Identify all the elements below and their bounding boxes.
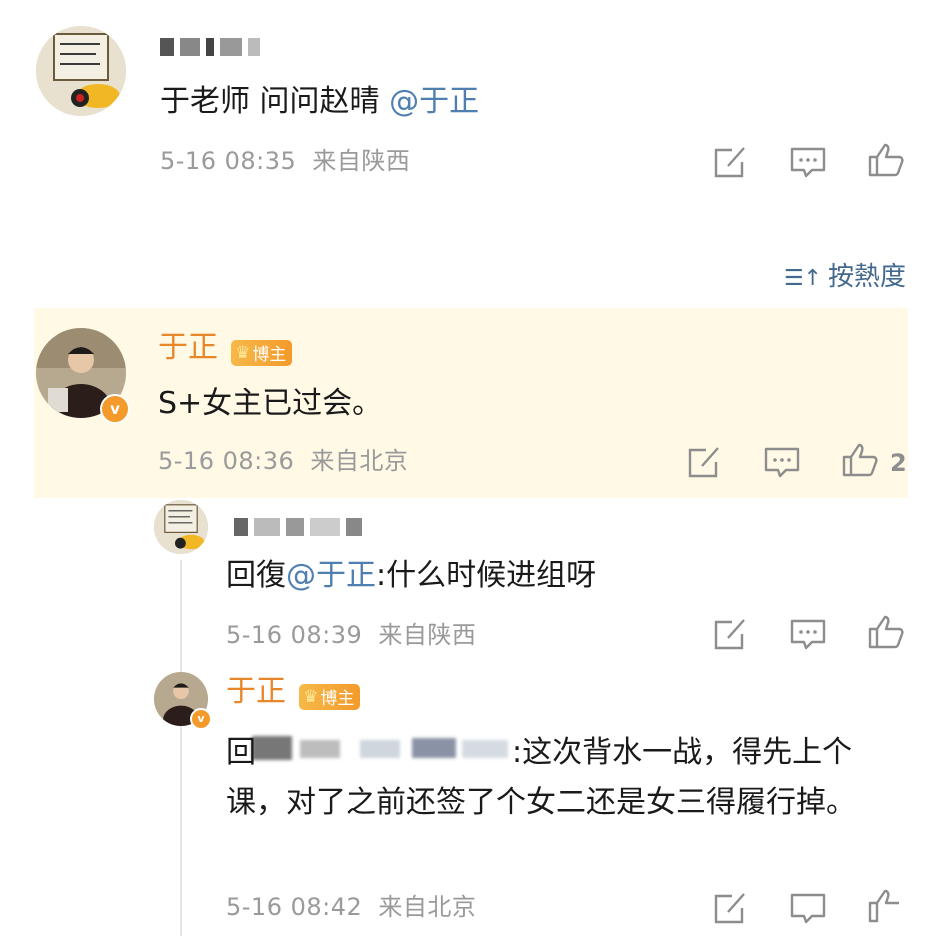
- avatar-replier[interactable]: [154, 500, 208, 554]
- mention-link[interactable]: @于正: [389, 84, 479, 119]
- comment-icon[interactable]: [788, 890, 828, 926]
- replier-name-redacted: [234, 516, 368, 538]
- share-icon[interactable]: [710, 144, 750, 180]
- sort-by-hot-button[interactable]: ☰↑ 按熱度: [784, 256, 906, 293]
- comment-icon[interactable]: [788, 144, 828, 180]
- share-icon[interactable]: [710, 616, 750, 652]
- like-icon[interactable]: [840, 442, 880, 478]
- crown-icon: ♛: [235, 342, 251, 363]
- reply-2-author-row: 于正 ♛ 博主: [226, 674, 361, 710]
- comment-icon[interactable]: [762, 444, 802, 480]
- comment-1-meta: 5-16 08:35 来自陕西: [160, 146, 410, 176]
- like-count: 2: [890, 449, 908, 477]
- reply-2-text: 回:这次背水一战，得先上个课，对了之前还签了个女二还是女三得履行掉。: [226, 728, 906, 828]
- comment-2-location: 来自北京: [310, 447, 409, 475]
- like-icon[interactable]: [866, 142, 906, 178]
- comment-2-text: S+女主已过会。: [158, 386, 383, 421]
- reply-1-body: :什么时候进组呀: [376, 558, 597, 593]
- comment-1-time: 5-16 08:35: [160, 147, 297, 175]
- blogger-author-row: 于正 ♛ 博主: [158, 330, 293, 366]
- reply-1-meta: 5-16 08:39 来自陕西: [226, 620, 476, 650]
- sort-label: 按熱度: [827, 262, 906, 292]
- commenter-1-name-redacted: [160, 36, 266, 58]
- comment-2-time: 5-16 08:36: [158, 447, 295, 475]
- reply-2-body: :这次背水一战，得先上个课，对了之前还签了个女二还是女三得履行掉。: [226, 735, 856, 820]
- like-icon[interactable]: [866, 614, 906, 650]
- reply-2-location: 来自北京: [378, 893, 477, 921]
- badge-label: 博主: [252, 345, 287, 365]
- reply-2-prefix: 回: [226, 735, 256, 770]
- author-name[interactable]: 于正: [226, 674, 286, 709]
- crown-icon: ♛: [303, 686, 319, 707]
- reply-1-location: 来自陕西: [378, 621, 477, 649]
- like-icon[interactable]: [866, 888, 906, 924]
- blogger-badge: ♛ 博主: [231, 339, 293, 366]
- comment-1-location: 来自陕西: [312, 147, 411, 175]
- avatar-image: [36, 26, 126, 116]
- verified-v-icon: v: [190, 708, 212, 730]
- reply-1-time: 5-16 08:39: [226, 621, 363, 649]
- comment-1-text: 于老师 问问赵晴 @于正: [160, 82, 479, 122]
- comment-2-meta: 5-16 08:36 来自北京: [158, 446, 408, 476]
- mention-link[interactable]: @于正: [286, 558, 376, 593]
- sort-icon: ☰↑: [783, 266, 822, 291]
- reply-thread-line: [180, 560, 182, 936]
- author-name[interactable]: 于正: [158, 330, 218, 365]
- verified-v-icon: v: [100, 394, 130, 424]
- badge-label: 博主: [320, 689, 355, 709]
- reply-2-time: 5-16 08:42: [226, 893, 363, 921]
- blogger-badge: ♛ 博主: [299, 683, 361, 710]
- reply-1-prefix: 回復: [226, 558, 286, 593]
- reply-1-text: 回復@于正:什么时候进组呀: [226, 556, 596, 596]
- avatar-image: [154, 500, 208, 554]
- avatar-commenter-1[interactable]: [36, 26, 126, 116]
- reply-2-meta: 5-16 08:42 来自北京: [226, 892, 476, 922]
- share-icon[interactable]: [710, 890, 750, 926]
- share-icon[interactable]: [684, 444, 724, 480]
- comment-icon[interactable]: [788, 616, 828, 652]
- comment-1-body: 于老师 问问赵晴: [160, 84, 390, 119]
